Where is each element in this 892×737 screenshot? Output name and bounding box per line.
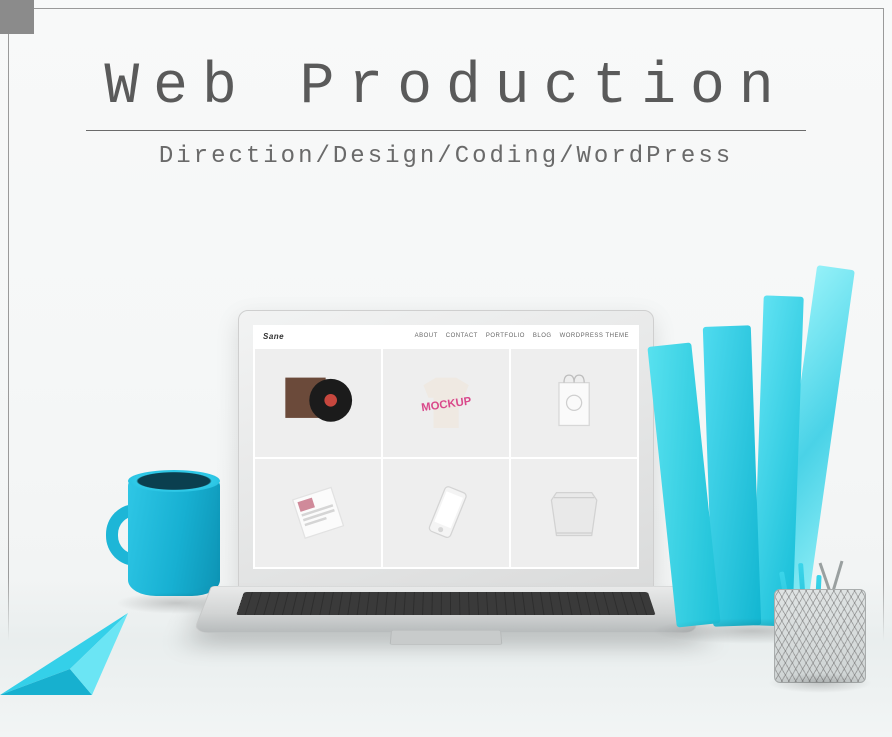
laptop-screen-bezel: Sane ABOUT CONTACT PORTFOLIO BLOG WORDPR… [238,310,654,588]
portfolio-tile [255,349,381,457]
headline-title: Web Production [104,55,787,126]
headline-subtitle: Direction/Design/Coding/WordPress [0,143,892,170]
coffee-mug-prop [106,470,226,602]
portfolio-grid: MOCKUP [253,347,639,569]
portfolio-tile [511,459,637,567]
nav-item: WORDPRESS THEME [560,333,629,339]
site-nav: ABOUT CONTACT PORTFOLIO BLOG WORDPRESS T… [415,333,629,339]
nav-item: BLOG [533,333,552,339]
headline-block: Web Production Direction/Design/Coding/W… [0,55,892,170]
portfolio-website: Sane ABOUT CONTACT PORTFOLIO BLOG WORDPR… [253,325,639,569]
laptop-prop: Sane ABOUT CONTACT PORTFOLIO BLOG WORDPR… [238,310,654,674]
portfolio-tile [383,459,509,567]
portfolio-tile [255,459,381,567]
laptop-base [211,586,681,674]
nav-item: ABOUT [415,333,438,339]
headline-rule [86,130,806,131]
site-header: Sane ABOUT CONTACT PORTFOLIO BLOG WORDPR… [253,325,639,347]
corner-accent [0,0,34,34]
pen-holder-prop [774,573,866,683]
portfolio-tile: MOCKUP [383,349,509,457]
site-logo: Sane [263,332,284,341]
paper-plane-prop [0,599,160,699]
nav-item: CONTACT [446,333,478,339]
nav-item: PORTFOLIO [486,333,525,339]
portfolio-tile [511,349,637,457]
